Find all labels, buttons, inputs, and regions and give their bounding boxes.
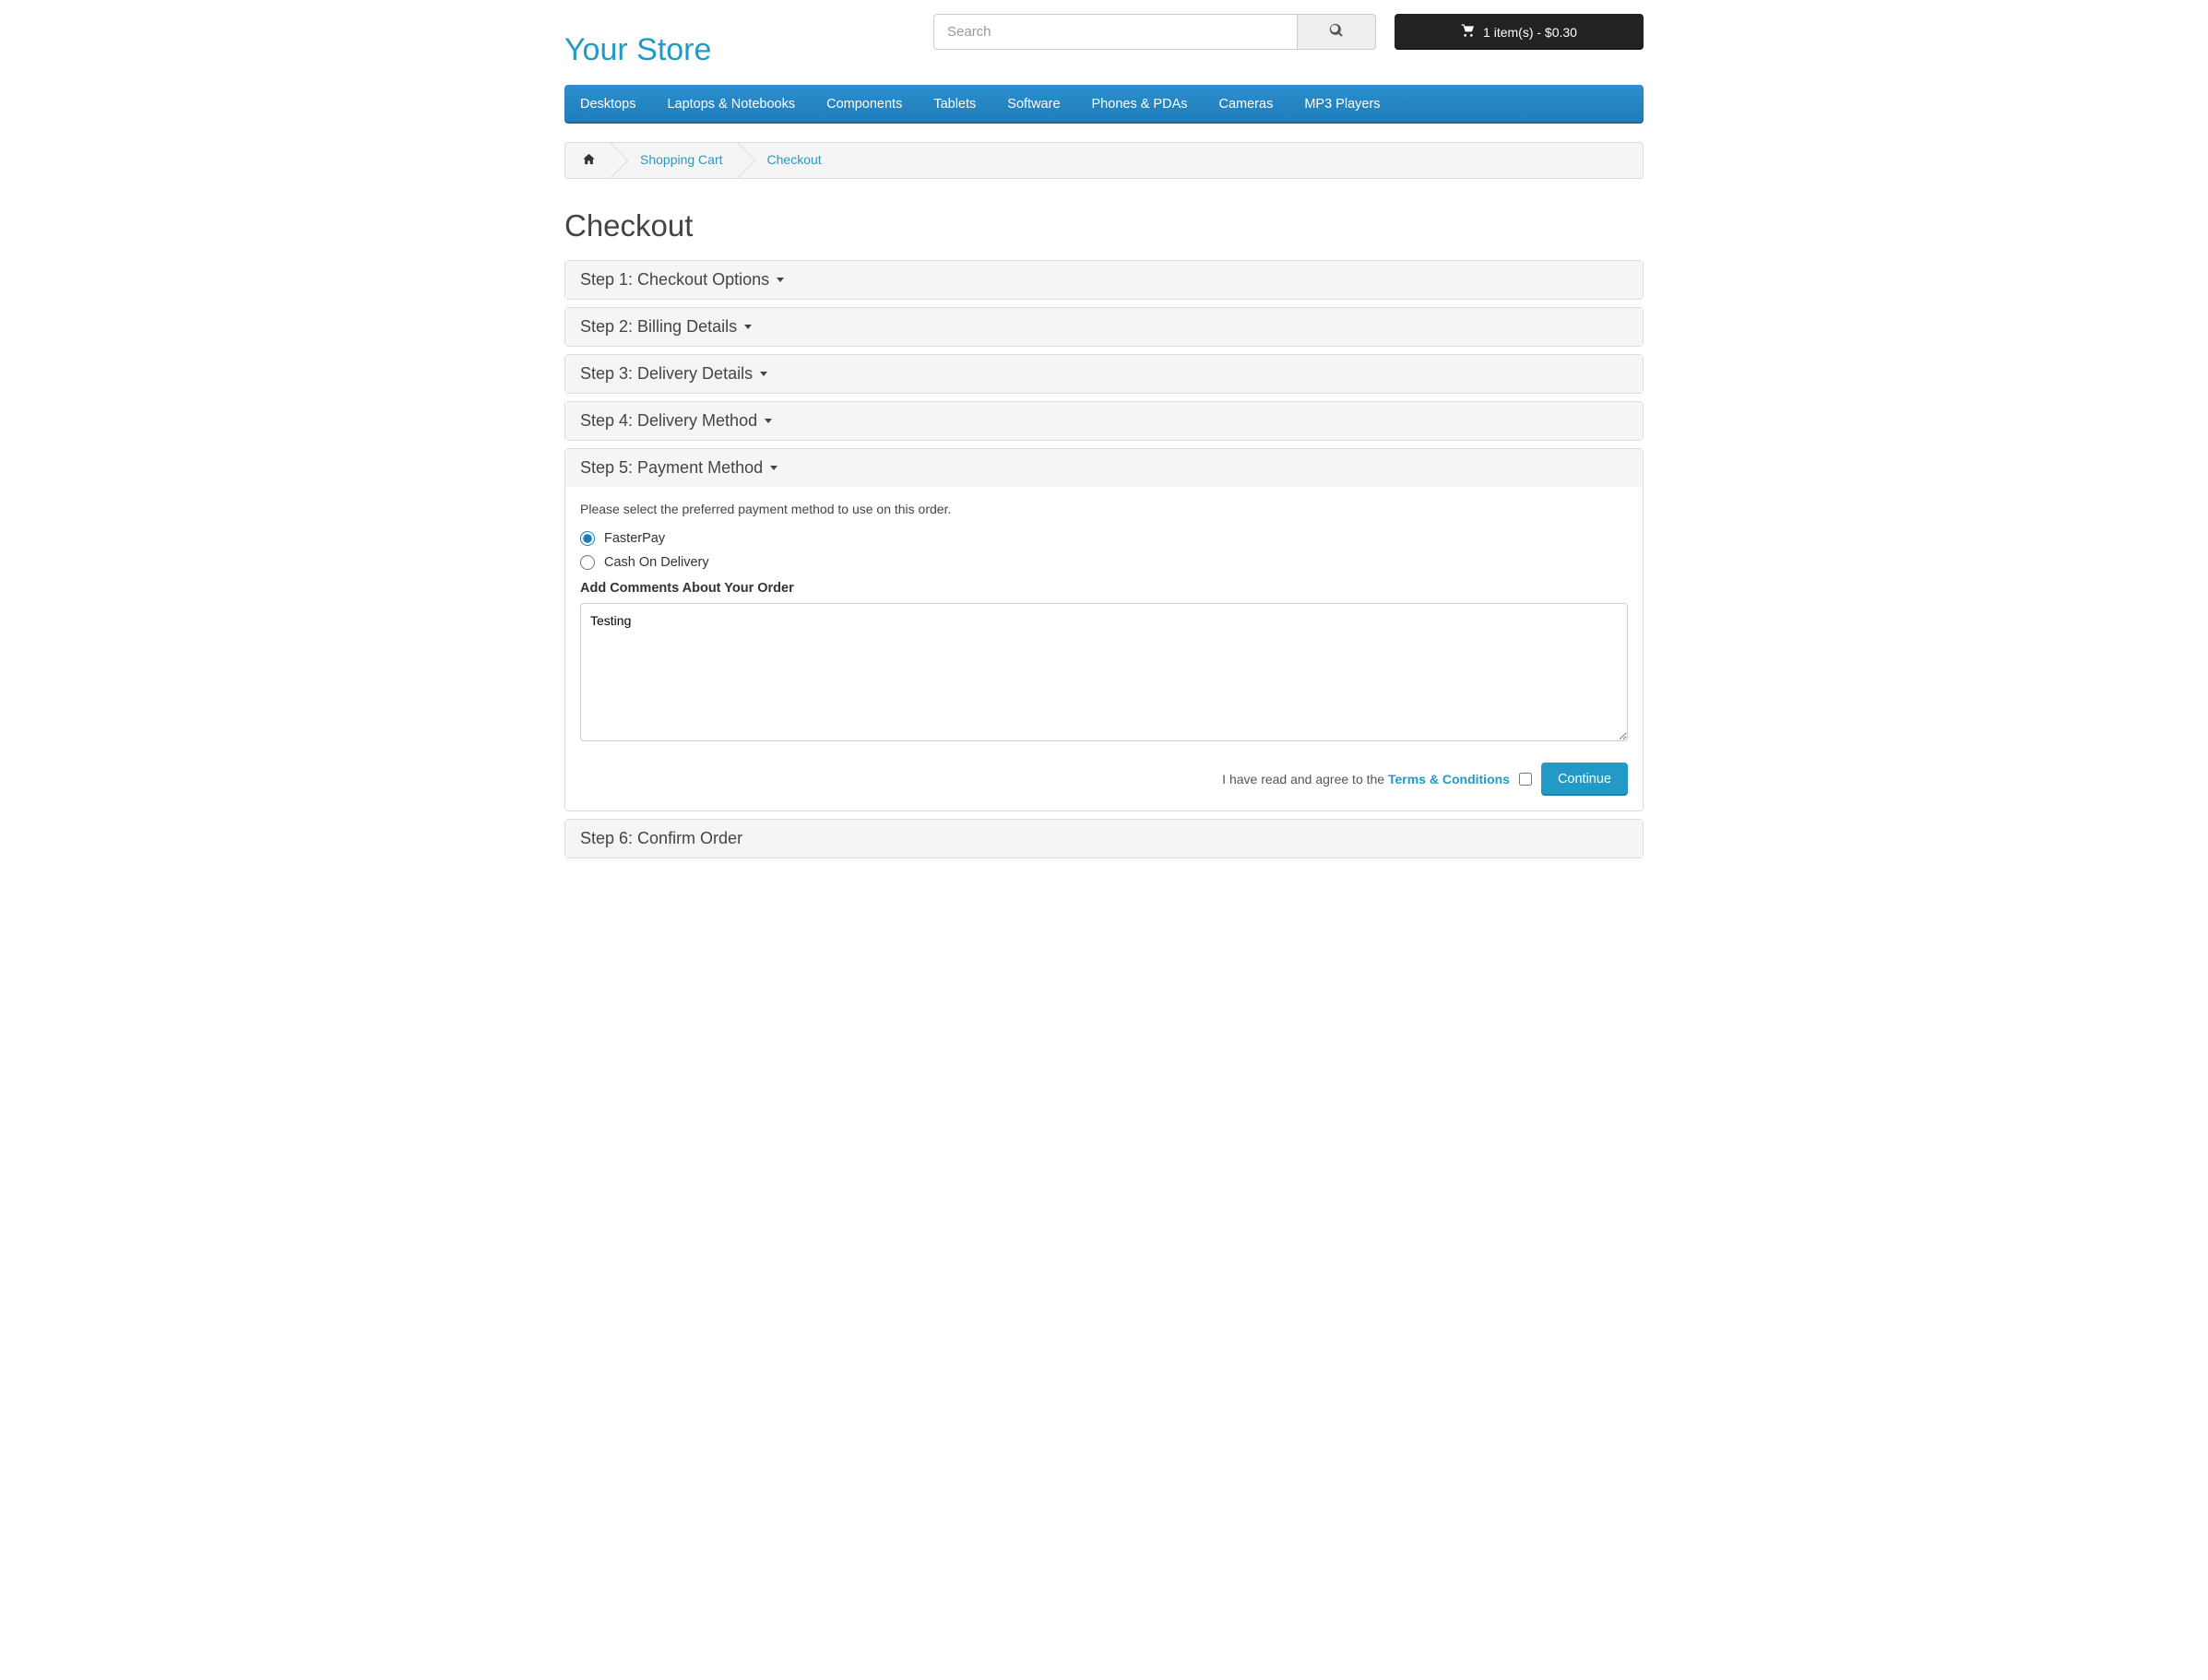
- payment-instruction: Please select the preferred payment meth…: [580, 502, 1628, 516]
- nav-item-mp3[interactable]: MP3 Players: [1288, 85, 1395, 124]
- step-2-header[interactable]: Step 2: Billing Details: [565, 308, 1643, 346]
- nav-item-components[interactable]: Components: [811, 85, 918, 124]
- breadcrumb-checkout[interactable]: Checkout: [767, 152, 822, 167]
- nav-item-cameras[interactable]: Cameras: [1204, 85, 1289, 124]
- payment-option-fasterpay[interactable]: FasterPay: [580, 531, 1628, 546]
- search-form: [933, 14, 1376, 50]
- agree-prefix: I have read and agree to the: [1222, 772, 1388, 787]
- store-logo[interactable]: Your Store: [564, 14, 711, 68]
- caret-down-icon: [777, 278, 784, 282]
- comments-textarea[interactable]: [580, 603, 1628, 741]
- caret-down-icon: [765, 419, 772, 423]
- page-title: Checkout: [564, 208, 1644, 243]
- step-4-header[interactable]: Step 4: Delivery Method: [565, 402, 1643, 440]
- nav-item-tablets[interactable]: Tablets: [918, 85, 991, 124]
- main-nav: Desktops Laptops & Notebooks Components …: [564, 85, 1644, 124]
- breadcrumb-home[interactable]: [582, 152, 596, 166]
- cart-label: 1 item(s) - $0.30: [1483, 25, 1577, 40]
- step-5-title: Step 5: Payment Method: [580, 458, 763, 478]
- cart-button[interactable]: 1 item(s) - $0.30: [1395, 14, 1644, 50]
- payment-option-cod[interactable]: Cash On Delivery: [580, 555, 1628, 570]
- radio-cod[interactable]: [580, 555, 595, 570]
- breadcrumb-cart[interactable]: Shopping Cart: [640, 152, 723, 167]
- nav-item-laptops[interactable]: Laptops & Notebooks: [651, 85, 811, 124]
- step-3-header[interactable]: Step 3: Delivery Details: [565, 355, 1643, 393]
- caret-down-icon: [760, 372, 767, 376]
- agree-checkbox[interactable]: [1519, 773, 1532, 786]
- caret-down-icon: [770, 466, 778, 470]
- caret-down-icon: [744, 325, 752, 329]
- step-2-title: Step 2: Billing Details: [580, 317, 737, 337]
- search-button[interactable]: [1297, 14, 1376, 50]
- radio-fasterpay[interactable]: [580, 531, 595, 546]
- terms-link[interactable]: Terms & Conditions: [1388, 772, 1510, 787]
- step-1-title: Step 1: Checkout Options: [580, 270, 769, 290]
- continue-button[interactable]: Continue: [1541, 763, 1628, 796]
- breadcrumb: Shopping Cart Checkout: [564, 142, 1644, 179]
- step-1-header[interactable]: Step 1: Checkout Options: [565, 261, 1643, 299]
- agree-text: I have read and agree to the Terms & Con…: [1222, 772, 1510, 787]
- comments-label: Add Comments About Your Order: [580, 581, 1628, 596]
- search-icon: [1329, 23, 1344, 41]
- step-4-title: Step 4: Delivery Method: [580, 411, 757, 431]
- nav-item-desktops[interactable]: Desktops: [564, 85, 651, 124]
- payment-option-label: Cash On Delivery: [604, 555, 709, 570]
- nav-item-software[interactable]: Software: [991, 85, 1075, 124]
- step-6-title: Step 6: Confirm Order: [580, 829, 742, 848]
- payment-option-label: FasterPay: [604, 531, 665, 546]
- step-6-header[interactable]: Step 6: Confirm Order: [565, 820, 1643, 858]
- cart-icon: [1461, 23, 1476, 41]
- step-5-header[interactable]: Step 5: Payment Method: [565, 449, 1643, 487]
- nav-item-phones[interactable]: Phones & PDAs: [1076, 85, 1204, 124]
- step-3-title: Step 3: Delivery Details: [580, 364, 753, 384]
- home-icon: [582, 152, 596, 166]
- search-input[interactable]: [933, 14, 1297, 50]
